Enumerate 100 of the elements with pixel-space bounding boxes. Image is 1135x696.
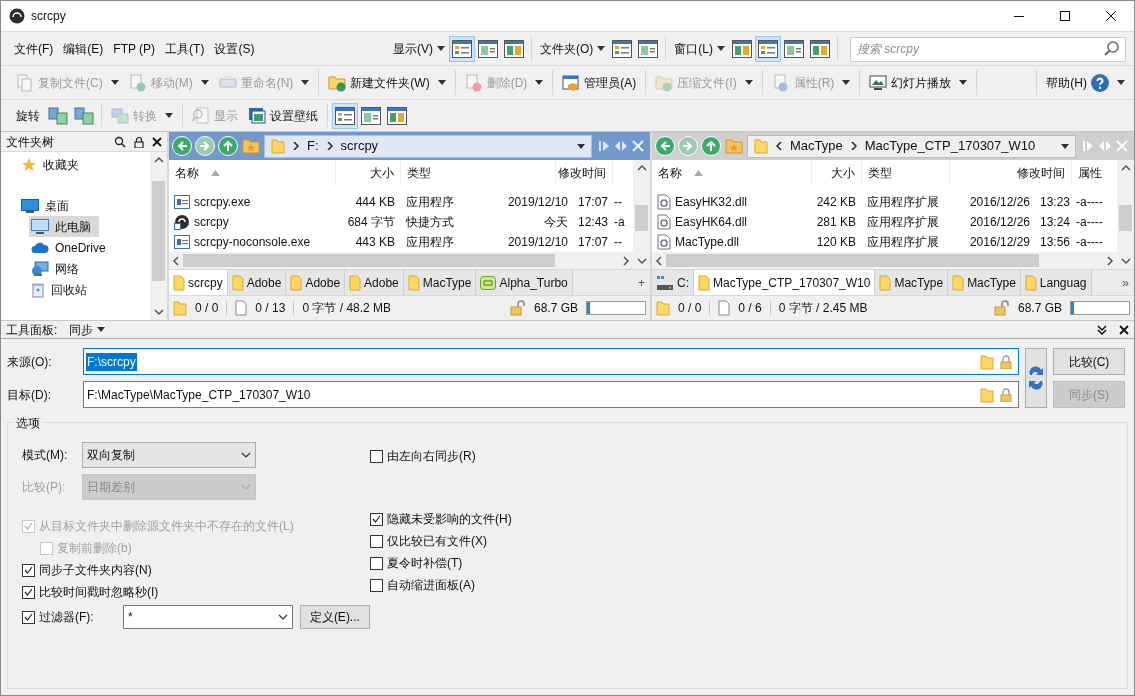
close-icon (1106, 11, 1116, 21)
caret-icon (597, 46, 606, 51)
tree-item[interactable]: 此电脑 (29, 216, 99, 237)
tab-overflow-button[interactable]: » (1117, 270, 1134, 295)
horizontal-scrollbar[interactable] (652, 252, 1117, 269)
folder-tab[interactable]: MacType_CTP_170307_W10 (694, 270, 876, 295)
column-header[interactable]: 类型 (401, 160, 556, 186)
close-icon (1119, 324, 1129, 335)
folder-tab[interactable]: Adobe (227, 270, 287, 295)
menu-item[interactable]: 设置(S) (209, 39, 260, 58)
folder-tab[interactable]: scrcpy (169, 270, 228, 295)
breadcrumb[interactable]: F: (307, 136, 319, 156)
breadcrumb[interactable]: MacType_CTP_170307_W10 (864, 136, 1036, 156)
action-button[interactable]: 比较(C) (1053, 348, 1125, 375)
folder-tab[interactable]: C: (652, 270, 694, 295)
address-bar[interactable]: F: scrcpy (264, 134, 592, 158)
checkbox-label: 自动缩进面板(A) (387, 577, 475, 594)
view-button[interactable] (332, 102, 358, 129)
breadcrumb[interactable]: MacType (790, 136, 843, 156)
vertical-scrollbar[interactable] (150, 152, 167, 320)
folder-tab[interactable]: Adobe (286, 270, 346, 295)
view-button[interactable] (449, 35, 475, 62)
folder-tab[interactable]: MacType (875, 270, 949, 295)
field-label: 目标(D): (6, 386, 52, 404)
menu-item[interactable]: FTP (P) (108, 39, 161, 58)
checkbox[interactable] (370, 578, 383, 592)
back-button[interactable] (655, 136, 675, 156)
vertical-scrollbar[interactable] (1117, 160, 1134, 269)
checkbox[interactable] (22, 610, 35, 624)
up-button[interactable] (218, 136, 238, 156)
folder-tab[interactable]: Alpha_Turbo (476, 270, 573, 295)
menu-item[interactable]: 文件(F) (9, 39, 59, 58)
layout-icon (638, 39, 659, 58)
search-field[interactable]: 搜索 scrcpy (850, 36, 1126, 62)
column-header[interactable]: 名称 (652, 160, 812, 186)
checkbox[interactable] (370, 449, 383, 463)
scrollbar-thumb[interactable] (666, 254, 1039, 267)
column-header[interactable]: 修改时间 (950, 160, 1072, 186)
view-button[interactable] (755, 35, 781, 62)
checkbox[interactable] (370, 512, 383, 526)
table-cell-text: -a---- (1075, 214, 1104, 231)
folder-tab[interactable]: Languag (1020, 270, 1092, 295)
back-button[interactable] (172, 136, 192, 156)
swap-button[interactable] (1025, 348, 1047, 408)
address-bar[interactable]: MacType MacType_CTP_170307_W10 (747, 134, 1076, 158)
toolbar-button[interactable]: 设置壁纸 (243, 102, 323, 129)
scrollbar-thumb[interactable] (152, 181, 165, 281)
path-field[interactable]: F:\MacType\MacType_CTP_170307_W10 (83, 381, 1019, 408)
forward-button[interactable] (678, 136, 698, 156)
tree-item[interactable]: 桌面 (21, 195, 77, 216)
menu-item[interactable]: 编辑(E) (58, 39, 109, 58)
folder-icon (407, 274, 420, 291)
define-button[interactable]: 定义(E)... (299, 605, 370, 629)
tree-item[interactable]: OneDrive (29, 237, 114, 258)
column-header[interactable]: 大小 (336, 160, 401, 186)
folder-tab[interactable]: Adobe (345, 270, 404, 295)
mode-dropdown[interactable]: 同步 (69, 320, 106, 339)
forward-button[interactable] (195, 136, 215, 156)
menu-dropdown[interactable]: 文件夹(O) (536, 39, 610, 58)
checkbox[interactable] (22, 563, 35, 577)
path-field[interactable]: F:\scrcpy (83, 348, 1019, 375)
column-header[interactable]: 大小 (812, 160, 862, 186)
horizontal-scrollbar[interactable] (169, 252, 633, 269)
menu-dropdown[interactable]: 显示(V) (389, 39, 449, 58)
menu-dropdown[interactable]: 窗口(L) (670, 39, 729, 58)
arrow-right-icon (200, 141, 210, 151)
lock-icon (1000, 354, 1012, 369)
close-icon (1116, 140, 1128, 152)
tab-overflow-button[interactable]: + (633, 270, 650, 295)
select-field[interactable]: 双向复制 (82, 441, 256, 468)
column-header[interactable]: 名称 (169, 160, 336, 186)
folder-tab[interactable]: MacType (948, 270, 1021, 295)
layout-icon (335, 106, 355, 125)
folder-tab[interactable]: MacType (403, 270, 477, 295)
checkbox[interactable] (370, 556, 383, 570)
toolbar-button[interactable]: 幻灯片播放 (864, 69, 973, 96)
search-icon (114, 135, 126, 148)
checkbox[interactable] (22, 585, 35, 599)
tree-item[interactable]: 网络 (29, 258, 87, 279)
scrollbar-thumb[interactable] (1119, 205, 1132, 231)
toolbar-button[interactable]: 管理员(A) (557, 69, 642, 96)
help-icon (1091, 73, 1109, 92)
caret-icon (717, 46, 725, 51)
rotate-icon (74, 106, 94, 125)
breadcrumb[interactable]: scrcpy (340, 136, 379, 156)
column-header[interactable]: 类型 (862, 160, 950, 186)
column-header[interactable]: 修改时间 (556, 160, 613, 186)
caret-icon (577, 143, 585, 149)
checkbox[interactable] (370, 534, 383, 548)
up-button[interactable] (701, 136, 721, 156)
tree-item[interactable]: 回收站 (29, 279, 95, 300)
scrollbar-thumb[interactable] (183, 254, 555, 267)
filter-field[interactable]: * (122, 605, 293, 629)
scrollbar-thumb[interactable] (635, 205, 648, 231)
vertical-scrollbar[interactable] (633, 160, 650, 269)
favorites-button[interactable] (241, 136, 261, 156)
toolbar-button[interactable]: 新建文件夹(W) (323, 69, 451, 96)
menu-item[interactable]: 工具(T) (160, 39, 210, 58)
tree-item[interactable]: 收藏夹 (21, 154, 87, 175)
help-button[interactable]: 帮助(H) (1041, 73, 1130, 92)
